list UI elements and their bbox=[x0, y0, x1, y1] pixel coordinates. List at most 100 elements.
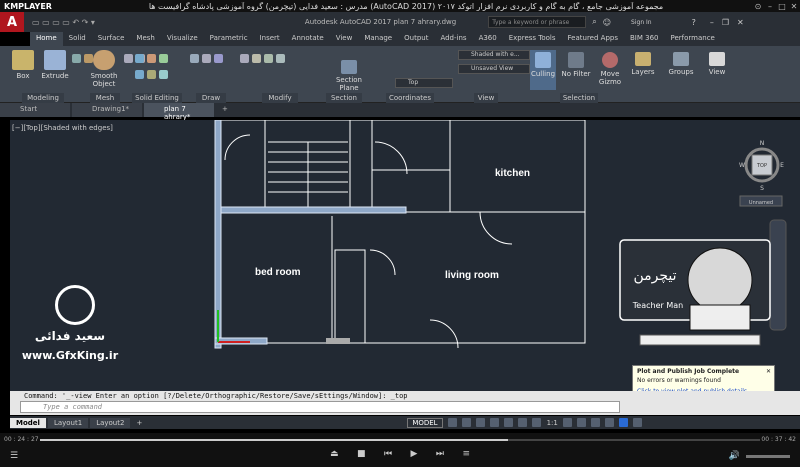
tab-surface[interactable]: Surface bbox=[92, 32, 131, 46]
rotate-icon[interactable] bbox=[252, 54, 261, 63]
settings-icon[interactable] bbox=[562, 418, 572, 427]
move-icon[interactable] bbox=[240, 54, 249, 63]
no-filter-button[interactable]: No Filter bbox=[560, 52, 592, 78]
slice-icon[interactable] bbox=[147, 54, 156, 63]
notification-close-icon[interactable]: ✕ bbox=[766, 368, 771, 375]
group-label-draw[interactable]: Draw bbox=[196, 93, 226, 103]
layout-tab-model[interactable]: Model bbox=[10, 417, 46, 428]
tab-manage[interactable]: Manage bbox=[358, 32, 398, 46]
tab-a360[interactable]: A360 bbox=[473, 32, 503, 46]
help-icon[interactable]: ? bbox=[692, 18, 696, 27]
navigation-bar[interactable] bbox=[769, 219, 787, 331]
smooth-object-button[interactable]: Smooth Object bbox=[90, 50, 118, 88]
group-label-modeling[interactable]: Modeling bbox=[22, 93, 64, 103]
tab-annotate[interactable]: Annotate bbox=[286, 32, 330, 46]
subtract-icon[interactable] bbox=[135, 70, 144, 79]
doc-tab-drawing1[interactable]: Drawing1* bbox=[72, 103, 142, 117]
union-icon[interactable] bbox=[135, 54, 144, 63]
polyline-icon[interactable] bbox=[202, 54, 211, 63]
shell-icon[interactable] bbox=[159, 70, 168, 79]
window-restore-icon[interactable]: ❐ bbox=[722, 18, 729, 27]
volume-slider[interactable] bbox=[746, 455, 790, 458]
pin-icon[interactable]: ⊙ bbox=[752, 2, 764, 11]
tab-visualize[interactable]: Visualize bbox=[161, 32, 204, 46]
maximize-icon[interactable]: □ bbox=[776, 2, 788, 11]
culling-button[interactable]: Culling bbox=[530, 50, 556, 90]
ucs-dropdown[interactable]: Top bbox=[395, 78, 453, 88]
seek-bar[interactable] bbox=[40, 439, 760, 441]
view-panel-button[interactable]: View bbox=[702, 52, 732, 76]
eject-icon[interactable]: ⏏ bbox=[330, 449, 339, 459]
line-icon[interactable] bbox=[190, 54, 199, 63]
layers-button[interactable]: Layers bbox=[628, 52, 658, 76]
groups-button[interactable]: Groups bbox=[664, 52, 698, 76]
tab-view[interactable]: View bbox=[330, 32, 359, 46]
window-minimize-icon[interactable]: – bbox=[710, 18, 714, 27]
section-plane-button[interactable]: Section Plane bbox=[332, 60, 366, 92]
tab-express-tools[interactable]: Express Tools bbox=[503, 32, 562, 46]
drawing-canvas[interactable]: kitchen bed room living room TOP N S E W… bbox=[10, 119, 800, 392]
extrude-button[interactable]: Extrude bbox=[40, 50, 70, 80]
play-icon[interactable]: ▶ bbox=[411, 449, 418, 459]
annotation-scale[interactable]: 1:1 bbox=[547, 419, 558, 427]
mesh-icon-1[interactable] bbox=[124, 54, 133, 63]
tab-performance[interactable]: Performance bbox=[664, 32, 720, 46]
visual-style-dropdown[interactable]: Shaded with e... bbox=[458, 50, 530, 60]
array-icon[interactable] bbox=[276, 54, 285, 63]
sign-in-button[interactable]: Sign In bbox=[631, 19, 652, 26]
polar-icon[interactable] bbox=[489, 418, 499, 427]
group-label-view[interactable]: View bbox=[474, 93, 498, 103]
plot-icon[interactable] bbox=[618, 418, 628, 427]
model-space-button[interactable]: MODEL bbox=[407, 417, 443, 428]
new-tab-icon[interactable]: + bbox=[216, 103, 234, 117]
viewport-controls[interactable]: [−][Top][Shaded with edges] bbox=[12, 124, 113, 132]
command-input[interactable]: Type a command bbox=[20, 401, 620, 413]
add-layout-icon[interactable]: + bbox=[136, 419, 142, 427]
circle-icon[interactable] bbox=[214, 54, 223, 63]
group-label-selection[interactable]: Selection bbox=[560, 93, 598, 103]
group-label-solid-editing[interactable]: Solid Editing bbox=[132, 93, 182, 103]
snap-icon[interactable] bbox=[461, 418, 471, 427]
view-dropdown[interactable]: Unsaved View bbox=[458, 64, 530, 74]
previous-icon[interactable]: ⏮ bbox=[384, 449, 392, 459]
volume-icon[interactable]: 🔊 bbox=[729, 451, 740, 461]
group-label-coordinates[interactable]: Coordinates bbox=[386, 93, 434, 103]
viewcube[interactable]: TOP N S E W bbox=[739, 140, 784, 192]
tab-output[interactable]: Output bbox=[398, 32, 434, 46]
search-icon[interactable]: ⌕ bbox=[592, 17, 596, 27]
mirror-icon[interactable] bbox=[264, 54, 273, 63]
layout-tab-layout1[interactable]: Layout1 bbox=[47, 417, 89, 428]
stop-icon[interactable]: ■ bbox=[357, 449, 366, 459]
application-menu-button[interactable]: A bbox=[0, 12, 24, 32]
tab-bim-360[interactable]: BIM 360 bbox=[624, 32, 665, 46]
doc-tab-start[interactable]: Start bbox=[0, 103, 70, 117]
osnap-icon[interactable] bbox=[503, 418, 513, 427]
box-button[interactable]: Box bbox=[10, 50, 36, 80]
tab-add-ins[interactable]: Add-ins bbox=[434, 32, 472, 46]
search-input[interactable]: Type a keyword or phrase bbox=[488, 16, 587, 28]
tab-parametric[interactable]: Parametric bbox=[204, 32, 254, 46]
tab-insert[interactable]: Insert bbox=[254, 32, 286, 46]
group-label-modify[interactable]: Modify bbox=[262, 93, 298, 103]
doc-tab-plan7[interactable]: plan 7 ahrary* bbox=[144, 103, 214, 121]
ortho-icon[interactable] bbox=[475, 418, 485, 427]
quick-access-toolbar[interactable]: ▭ ▭ ▭ ▭ ↶ ↷ ▾ bbox=[32, 18, 95, 27]
tab-solid[interactable]: Solid bbox=[63, 32, 92, 46]
tab-home[interactable]: Home bbox=[30, 32, 63, 46]
tab-mesh[interactable]: Mesh bbox=[130, 32, 160, 46]
move-gizmo-button[interactable]: Move Gizmo bbox=[594, 52, 626, 86]
hardware-icon[interactable] bbox=[604, 418, 614, 427]
lineweight-icon[interactable] bbox=[517, 418, 527, 427]
playlist-icon[interactable]: ☰ bbox=[10, 451, 18, 461]
next-icon[interactable]: ⏭ bbox=[436, 449, 444, 459]
user-icon[interactable]: ☺ bbox=[603, 18, 611, 27]
group-label-section[interactable]: Section bbox=[326, 93, 362, 103]
group-label-mesh[interactable]: Mesh bbox=[90, 93, 120, 103]
grid-icon[interactable] bbox=[447, 418, 457, 427]
presspull-icon[interactable] bbox=[72, 54, 81, 63]
close-icon[interactable]: ✕ bbox=[788, 2, 800, 11]
customize-icon[interactable] bbox=[632, 418, 642, 427]
isolate-icon[interactable] bbox=[590, 418, 600, 427]
window-close-icon[interactable]: ✕ bbox=[737, 18, 744, 27]
layout-tab-layout2[interactable]: Layout2 bbox=[90, 417, 131, 428]
